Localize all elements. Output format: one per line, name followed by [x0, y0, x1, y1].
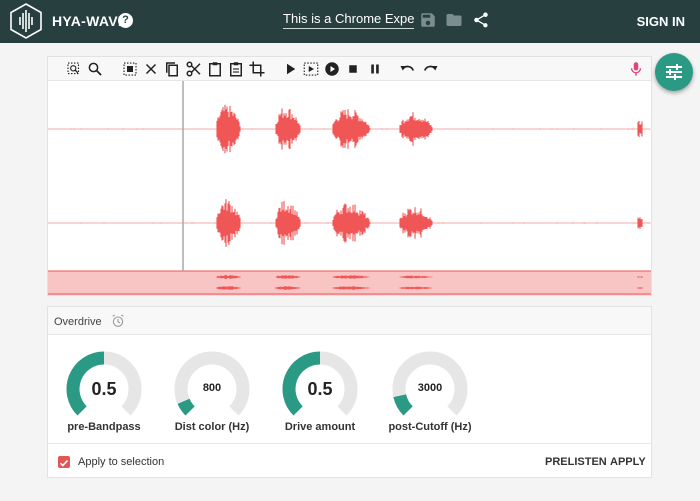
- alarm-clock-icon[interactable]: [110, 313, 126, 329]
- knob-value: 3000: [417, 382, 443, 394]
- panel-header: Overdrive: [48, 307, 651, 335]
- waveform-editor: [47, 56, 652, 296]
- stop-icon[interactable]: [344, 60, 362, 78]
- app-name: HYA-WAVE: [52, 13, 128, 29]
- waveform-canvas[interactable]: [48, 81, 651, 295]
- record-icon[interactable]: [323, 60, 341, 78]
- knob-label: pre-Bandpass: [67, 421, 141, 433]
- editor-toolbar: [48, 57, 651, 81]
- sign-in-button[interactable]: SIGN IN: [637, 14, 685, 29]
- knob-label: Drive amount: [284, 421, 356, 433]
- tune-icon: [666, 64, 682, 80]
- prelisten-button[interactable]: PRELISTEN: [545, 456, 607, 468]
- apply-to-selection-checkbox[interactable]: [58, 456, 70, 468]
- apply-to-selection-label[interactable]: Apply to selection: [78, 456, 164, 468]
- overdrive-effect-panel: Overdrive 0.5 pre-Bandpass 800 Dist colo…: [47, 306, 652, 478]
- play-selection-icon[interactable]: [302, 60, 320, 78]
- waveform-channel-right: [48, 199, 651, 247]
- effect-title: Overdrive: [54, 316, 102, 328]
- hya-wave-logo-icon[interactable]: [10, 3, 42, 39]
- close-icon[interactable]: [142, 60, 160, 78]
- apply-button[interactable]: APPLY: [610, 456, 646, 468]
- cut-icon[interactable]: [185, 60, 203, 78]
- save-icon[interactable]: [419, 11, 437, 29]
- knob-value: 0.5: [307, 379, 333, 399]
- knob-value: 800: [202, 382, 222, 394]
- select-all-icon[interactable]: [121, 60, 139, 78]
- knob-value: 0.5: [91, 379, 117, 399]
- mic-icon[interactable]: [627, 60, 645, 78]
- check-icon: [59, 459, 69, 467]
- waveform-channel-left: [48, 104, 651, 154]
- zoom-selection-icon[interactable]: [65, 60, 83, 78]
- app-header: HYA-WAVE ? SIGN IN: [0, 0, 700, 43]
- knob-label: Dist color (Hz): [174, 421, 250, 433]
- share-icon[interactable]: [472, 11, 490, 29]
- panel-footer: Apply to selection PRELISTEN APPLY: [48, 443, 651, 477]
- effects-settings-button[interactable]: [655, 53, 693, 91]
- folder-icon[interactable]: [445, 11, 463, 29]
- zoom-icon[interactable]: [86, 60, 104, 78]
- knob-label: post-Cutoff (Hz): [388, 421, 472, 433]
- play-icon[interactable]: [281, 60, 299, 78]
- redo-icon[interactable]: [421, 60, 439, 78]
- copy-icon[interactable]: [163, 60, 181, 78]
- help-icon[interactable]: ?: [118, 13, 133, 28]
- minimap-bar[interactable]: [48, 271, 651, 295]
- undo-icon[interactable]: [399, 60, 417, 78]
- project-title-input[interactable]: [283, 9, 414, 29]
- paste-into-icon[interactable]: [227, 60, 245, 78]
- paste-icon[interactable]: [206, 60, 224, 78]
- pause-icon[interactable]: [366, 60, 384, 78]
- crop-icon[interactable]: [248, 60, 266, 78]
